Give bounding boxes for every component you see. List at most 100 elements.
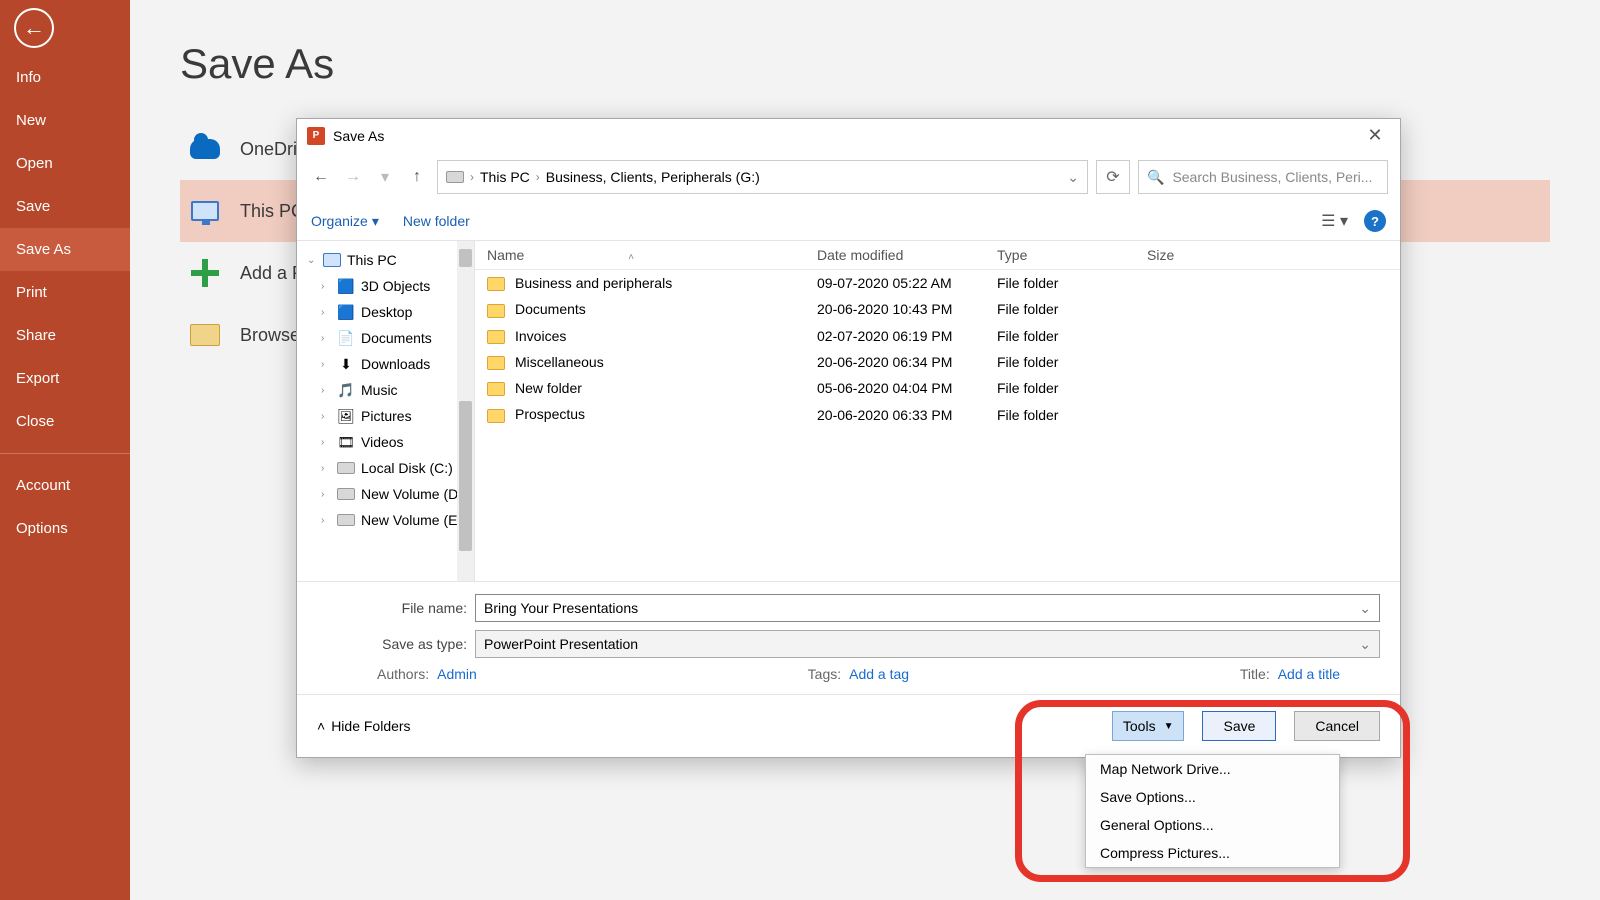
chevron-down-icon[interactable]: ⌄: [1359, 636, 1371, 653]
sidebar-item-options[interactable]: Options: [0, 507, 130, 550]
breadcrumb-dropdown-icon[interactable]: ⌄: [1067, 169, 1079, 186]
sidebar-item-export[interactable]: Export: [0, 357, 130, 400]
tree-item-label: Downloads: [361, 356, 430, 372]
sidebar-item-new[interactable]: New: [0, 99, 130, 142]
file-row[interactable]: Miscellaneous20-06-2020 06:34 PMFile fol…: [475, 349, 1400, 375]
file-row[interactable]: Business and peripherals 09-07-2020 05:22…: [475, 270, 1400, 296]
nav-recent-dropdown[interactable]: ▾: [373, 165, 397, 189]
sidebar-item-print[interactable]: Print: [0, 271, 130, 314]
tree-item[interactable]: › New Volume (E:): [297, 507, 474, 533]
breadcrumb-segment[interactable]: Business, Clients, Peripherals (G:): [546, 169, 760, 185]
refresh-button[interactable]: ⟳: [1096, 160, 1130, 194]
file-name: Business and peripherals: [515, 275, 672, 291]
tree-item-label: Pictures: [361, 408, 412, 424]
tags-label: Tags:: [808, 666, 841, 682]
tools-button[interactable]: Tools ▼: [1112, 711, 1185, 741]
tools-menu-item[interactable]: Map Network Drive...: [1086, 755, 1339, 783]
tree-item-label: 3D Objects: [361, 278, 430, 294]
save-button[interactable]: Save: [1202, 711, 1276, 741]
filename-label: File name:: [377, 600, 467, 616]
tree-item[interactable]: ›New Volume (D:): [297, 481, 474, 507]
nav-up-button[interactable]: ↑: [405, 165, 429, 189]
file-date: 20-06-2020 06:34 PM: [805, 354, 985, 370]
tree-item[interactable]: ›🎞Videos: [297, 429, 474, 455]
tree-item[interactable]: ›🖼Pictures: [297, 403, 474, 429]
help-button[interactable]: ?: [1364, 210, 1386, 232]
folder-tree: ⌄ This PC ›🟦3D Objects›🟦Desktop›📄Documents…: [297, 241, 475, 581]
chevron-right-icon[interactable]: ›: [321, 281, 331, 292]
scrollbar-track[interactable]: [457, 241, 474, 581]
tree-item[interactable]: ›📄Documents: [297, 325, 474, 351]
file-date: 20-06-2020 10:43 PM: [805, 301, 985, 317]
col-name[interactable]: Name ˄: [475, 247, 805, 263]
tree-item-label: New Volume (E:): [361, 512, 466, 528]
dialog-title: Save As: [333, 128, 384, 144]
view-options-button[interactable]: ☰ ▾: [1321, 211, 1348, 231]
sidebar-item-save-as[interactable]: Save As: [0, 228, 130, 271]
file-row[interactable]: New folder05-06-2020 04:04 PMFile folder: [475, 375, 1400, 401]
col-date[interactable]: Date modified: [805, 247, 985, 263]
chevron-down-icon[interactable]: ⌄: [307, 255, 317, 266]
nav-forward-button[interactable]: →: [341, 165, 365, 189]
sidebar-item-save[interactable]: Save: [0, 185, 130, 228]
chevron-right-icon[interactable]: ›: [321, 515, 331, 526]
nav-back-button[interactable]: ←: [309, 165, 333, 189]
sidebar-bottom: AccountOptions: [0, 464, 130, 550]
file-name: Documents: [515, 301, 586, 317]
file-row[interactable]: Prospectus20-06-2020 06:33 PMFile folder: [475, 401, 1400, 427]
scrollbar-up-icon[interactable]: [459, 249, 472, 267]
chevron-right-icon[interactable]: ›: [321, 359, 331, 370]
chevron-right-icon[interactable]: ›: [321, 489, 331, 500]
tags-value[interactable]: Add a tag: [849, 666, 909, 682]
tree-item-label: This PC: [347, 252, 397, 268]
file-row[interactable]: Invoices02-07-2020 06:19 PMFile folder: [475, 323, 1400, 349]
chevron-right-icon[interactable]: ›: [321, 333, 331, 344]
sidebar-item-close[interactable]: Close: [0, 400, 130, 443]
chevron-right-icon[interactable]: ›: [321, 385, 331, 396]
tools-menu-item[interactable]: General Options...: [1086, 811, 1339, 839]
search-input[interactable]: 🔍 Search Business, Clients, Peri...: [1138, 160, 1388, 194]
back-button[interactable]: ←: [14, 8, 54, 48]
chevron-right-icon[interactable]: ›: [321, 463, 331, 474]
breadcrumb-segment[interactable]: This PC: [480, 169, 530, 185]
sidebar-divider: [0, 453, 130, 454]
col-type[interactable]: Type: [985, 247, 1135, 263]
organize-button[interactable]: Organize ▾: [311, 213, 379, 230]
tree-item[interactable]: ›🟦Desktop: [297, 299, 474, 325]
col-size[interactable]: Size: [1135, 247, 1235, 263]
tree-item[interactable]: ›Local Disk (C:): [297, 455, 474, 481]
tree-item[interactable]: ›🎵Music: [297, 377, 474, 403]
tree-item-label: Documents: [361, 330, 432, 346]
hide-folders-button[interactable]: ˄ Hide Folders: [317, 718, 411, 734]
sidebar-item-share[interactable]: Share: [0, 314, 130, 357]
sort-asc-icon: ˄: [628, 252, 634, 263]
sidebar-item-account[interactable]: Account: [0, 464, 130, 507]
cancel-button[interactable]: Cancel: [1294, 711, 1380, 741]
chevron-right-icon[interactable]: ›: [321, 411, 331, 422]
file-row[interactable]: Documents20-06-2020 10:43 PMFile folder: [475, 296, 1400, 322]
sidebar-item-open[interactable]: Open: [0, 142, 130, 185]
tree-item[interactable]: ›🟦3D Objects: [297, 273, 474, 299]
file-date: 09-07-2020 05:22 AM: [805, 275, 985, 291]
tools-menu-item[interactable]: Save Options...: [1086, 783, 1339, 811]
music-icon: 🎵: [337, 381, 355, 399]
chevron-right-icon: ›: [468, 170, 476, 184]
file-list-header: Name ˄ Date modified Type Size: [475, 241, 1400, 270]
chevron-down-icon: ▾: [372, 213, 379, 230]
tools-menu-item[interactable]: Compress Pictures...: [1086, 839, 1339, 867]
authors-value[interactable]: Admin: [437, 666, 477, 682]
chevron-right-icon[interactable]: ›: [321, 307, 331, 318]
tree-item[interactable]: ›⬇Downloads: [297, 351, 474, 377]
chevron-down-icon[interactable]: ⌄: [1359, 600, 1371, 617]
tree-item[interactable]: ⌄ This PC: [297, 247, 474, 273]
new-folder-button[interactable]: New folder: [403, 213, 470, 229]
form-area: File name: Bring Your Presentations ⌄ Sa…: [297, 581, 1400, 694]
save-type-select[interactable]: PowerPoint Presentation ⌄: [475, 630, 1380, 658]
sidebar-item-info[interactable]: Info: [0, 56, 130, 99]
scrollbar-thumb[interactable]: [459, 401, 472, 551]
chevron-right-icon[interactable]: ›: [321, 437, 331, 448]
title-value[interactable]: Add a title: [1278, 666, 1340, 682]
breadcrumb[interactable]: › This PC › Business, Clients, Periphera…: [437, 160, 1088, 194]
close-icon[interactable]: ✕: [1360, 125, 1390, 146]
filename-input[interactable]: Bring Your Presentations ⌄: [475, 594, 1380, 622]
